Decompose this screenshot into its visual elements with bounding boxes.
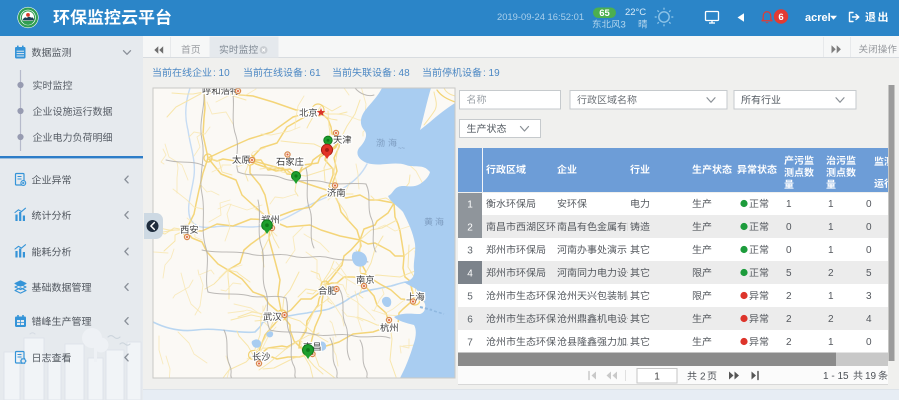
svg-text:6: 6	[778, 12, 783, 23]
svg-text:0: 0	[786, 245, 792, 256]
svg-text:7: 7	[467, 338, 473, 349]
svg-text:19: 19	[865, 371, 877, 382]
svg-text:0: 0	[786, 222, 792, 233]
svg-text:1: 1	[467, 200, 473, 211]
svg-text:5: 5	[467, 292, 473, 303]
svg-text:: 19: : 19	[483, 68, 500, 79]
svg-text:: 61: : 61	[304, 68, 321, 79]
svg-text:2: 2	[700, 372, 706, 383]
svg-text:1: 1	[654, 372, 660, 383]
svg-text:2019-09-24 16:52:01: 2019-09-24 16:52:01	[497, 11, 584, 22]
svg-text:2: 2	[467, 223, 473, 234]
svg-text:1: 1	[828, 199, 834, 210]
svg-text:5: 5	[866, 268, 872, 279]
svg-text:22: 22	[625, 7, 636, 18]
svg-text:acrel: acrel	[805, 12, 831, 24]
svg-text:1: 1	[828, 291, 834, 302]
svg-text:3: 3	[866, 291, 872, 302]
svg-text:2: 2	[786, 337, 792, 348]
svg-text:2: 2	[786, 314, 792, 325]
svg-text:4: 4	[866, 314, 872, 325]
svg-text:65: 65	[599, 8, 610, 19]
svg-text:3: 3	[467, 246, 473, 257]
svg-text:°C: °C	[636, 7, 647, 18]
svg-text:0: 0	[866, 245, 872, 256]
svg-text:0: 0	[866, 337, 872, 348]
svg-text:: 10: : 10	[213, 68, 230, 79]
svg-text:4: 4	[467, 269, 473, 280]
svg-text:: 48: : 48	[393, 68, 410, 79]
svg-text:5: 5	[786, 268, 792, 279]
svg-text:1: 1	[828, 245, 834, 256]
svg-text:1 - 15: 1 - 15	[823, 371, 849, 382]
svg-text:3: 3	[621, 20, 626, 31]
svg-text:1: 1	[828, 222, 834, 233]
svg-text:2: 2	[786, 291, 792, 302]
svg-text:0: 0	[866, 222, 872, 233]
svg-text:2: 2	[828, 268, 834, 279]
svg-text:2: 2	[828, 314, 834, 325]
svg-text:6: 6	[467, 315, 473, 326]
svg-text:1: 1	[828, 337, 834, 348]
svg-text:~~: ~~	[398, 146, 406, 152]
svg-text:1: 1	[786, 199, 792, 210]
svg-text:0: 0	[866, 199, 872, 210]
